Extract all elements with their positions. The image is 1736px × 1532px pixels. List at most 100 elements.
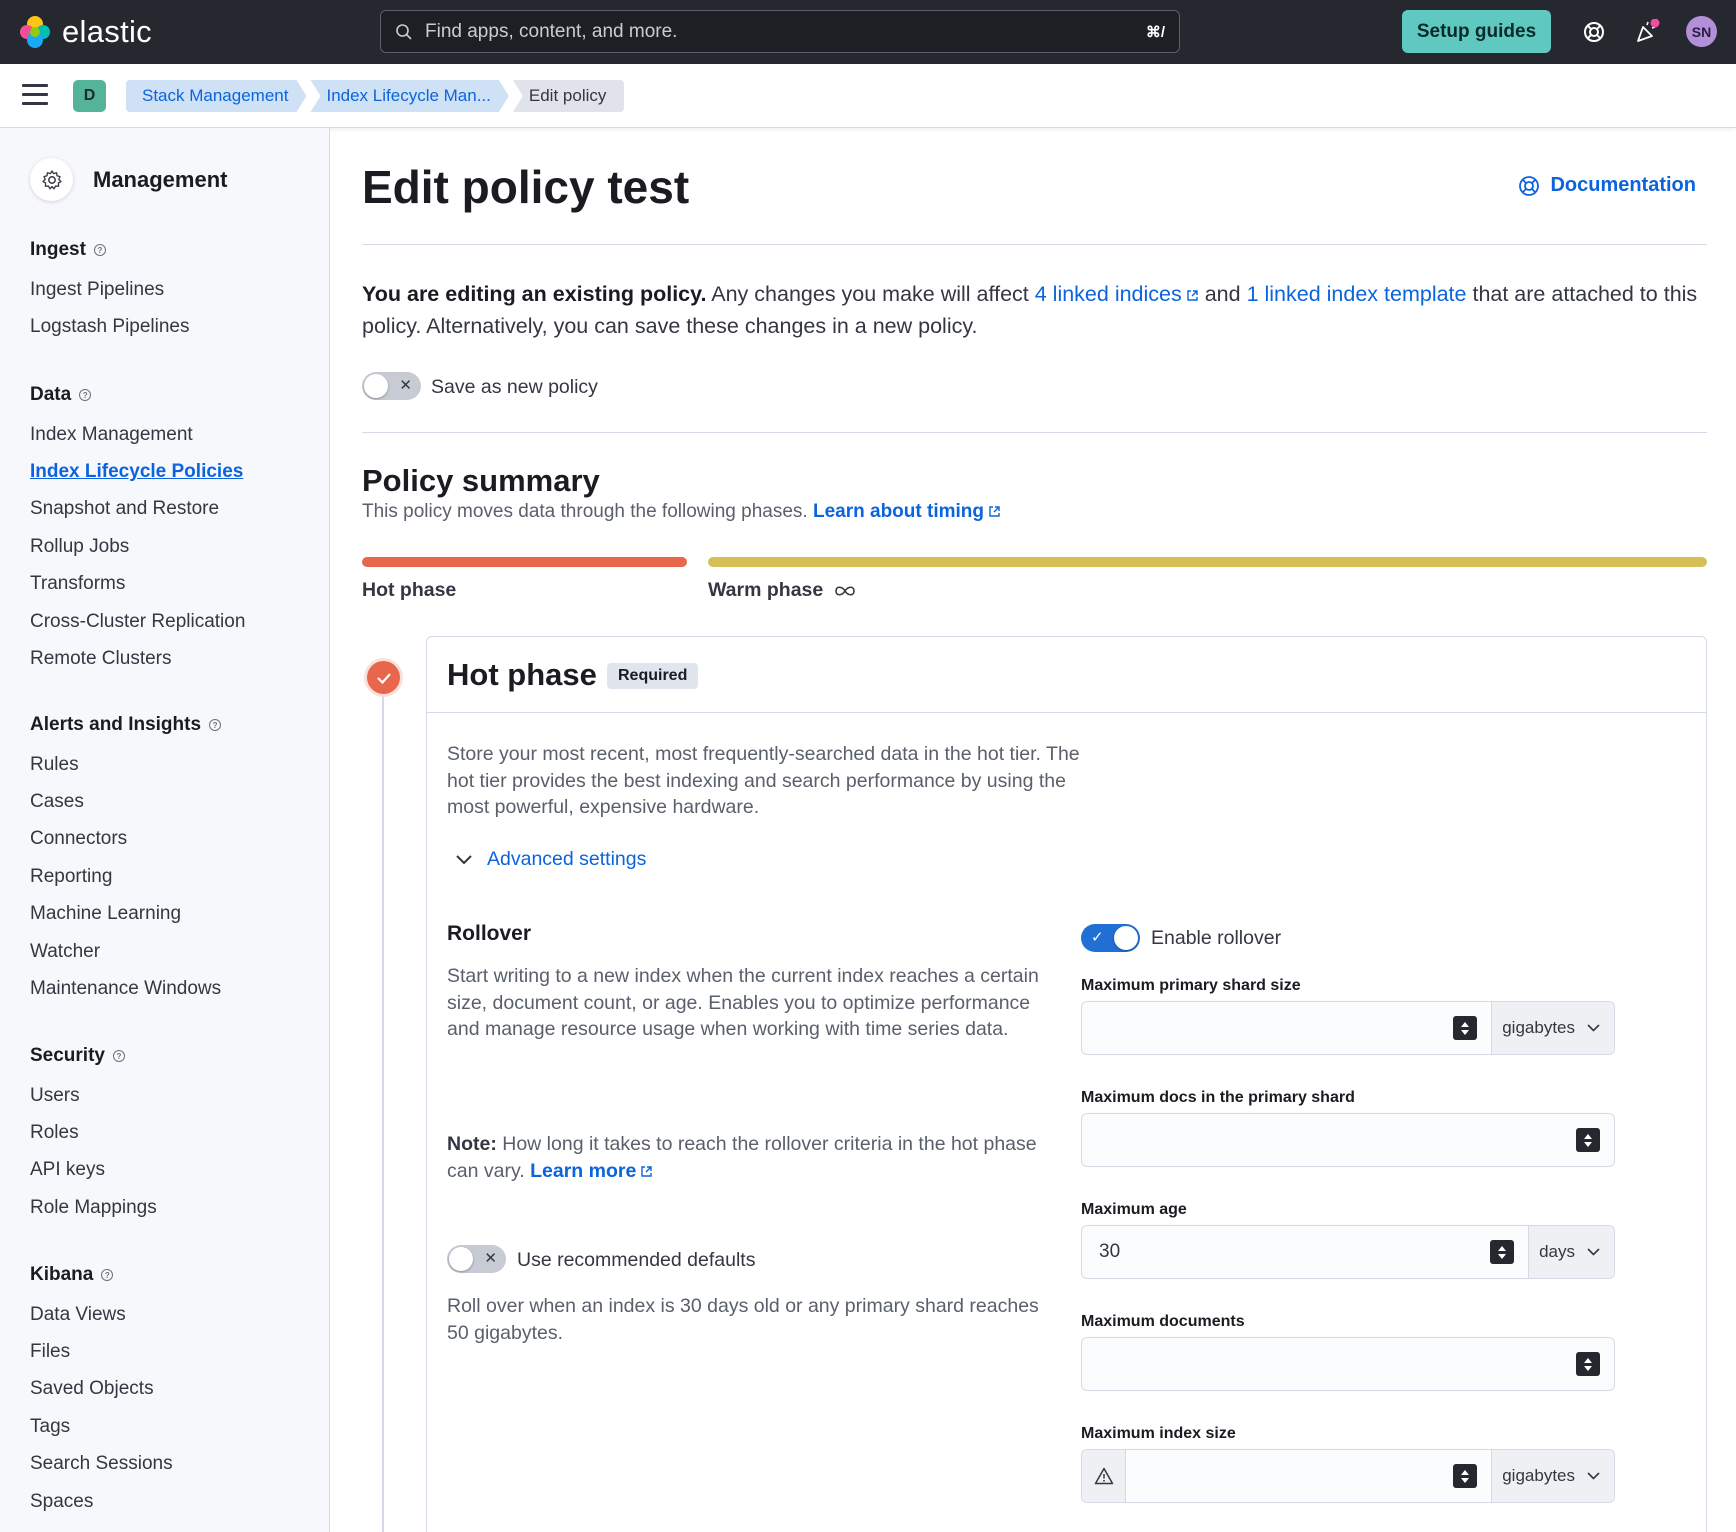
sidebar-item-remote-clusters[interactable]: Remote Clusters bbox=[30, 640, 245, 677]
chevron-down-icon bbox=[1587, 1248, 1600, 1256]
enable-rollover-label: Enable rollover bbox=[1151, 927, 1282, 949]
sidebar-item-watcher[interactable]: Watcher bbox=[30, 933, 221, 970]
chevron-down-icon bbox=[1587, 1472, 1600, 1480]
documentation-link[interactable]: Documentation bbox=[1518, 174, 1696, 197]
linked-indices-link[interactable]: 4 linked indices bbox=[1035, 282, 1199, 306]
help-icon[interactable] bbox=[1579, 17, 1609, 47]
sidebar-item-rules[interactable]: Rules bbox=[30, 746, 221, 783]
section-title-text: Ingest bbox=[30, 239, 86, 260]
sidebar-item-data-views[interactable]: Data Views bbox=[30, 1296, 173, 1333]
max-docs-field[interactable] bbox=[1081, 1337, 1615, 1391]
breadcrumb-stack-management[interactable]: Stack Management bbox=[126, 80, 306, 112]
sidebar-item-maintenance-windows[interactable]: Maintenance Windows bbox=[30, 970, 221, 1007]
sidebar-item-users[interactable]: Users bbox=[30, 1077, 157, 1114]
toggle-knob bbox=[1114, 926, 1138, 950]
help-icon: ? bbox=[93, 244, 106, 256]
logo-text: elastic bbox=[62, 14, 152, 49]
setup-guides-button[interactable]: Setup guides bbox=[1402, 10, 1551, 53]
recommended-defaults-toggle[interactable]: ✕ bbox=[447, 1245, 506, 1273]
sidebar-item-connectors[interactable]: Connectors bbox=[30, 821, 221, 858]
learn-more-text: Learn more bbox=[530, 1159, 637, 1182]
number-stepper[interactable] bbox=[1490, 1240, 1515, 1264]
sidebar-item-search-sessions[interactable]: Search Sessions bbox=[30, 1446, 173, 1483]
max-shard-size-field[interactable]: gigabytes bbox=[1081, 1001, 1615, 1055]
space-selector[interactable]: D bbox=[73, 80, 106, 112]
sidebar-item-transforms[interactable]: Transforms bbox=[30, 566, 245, 603]
section-title: Security? bbox=[30, 1041, 157, 1071]
unit-label: days bbox=[1539, 1242, 1575, 1261]
section-title: Ingest? bbox=[30, 235, 190, 265]
elastic-logo[interactable]: elastic bbox=[18, 14, 152, 50]
linked-indices-text: 4 linked indices bbox=[1034, 282, 1182, 306]
max-index-size-unit-select[interactable]: gigabytes bbox=[1491, 1450, 1614, 1502]
save-as-new-label: Save as new policy bbox=[431, 376, 598, 398]
max-index-size-field[interactable]: gigabytes bbox=[1081, 1449, 1615, 1503]
sidebar-item-saved-objects[interactable]: Saved Objects bbox=[30, 1371, 173, 1408]
sidebar-item-api-keys[interactable]: API keys bbox=[30, 1152, 157, 1189]
hamburger-menu-icon[interactable] bbox=[22, 84, 48, 108]
note-bold: Note: bbox=[447, 1133, 497, 1155]
section-title: Alerts and Insights? bbox=[30, 710, 222, 740]
sidebar-item-snapshot-restore[interactable]: Snapshot and Restore bbox=[30, 491, 245, 528]
recommended-defaults-label: Use recommended defaults bbox=[517, 1249, 756, 1271]
sidebar-item-reporting[interactable]: Reporting bbox=[30, 858, 221, 895]
breadcrumb-bar: D Stack Management Index Lifecycle Man..… bbox=[0, 64, 1736, 128]
number-stepper[interactable] bbox=[1576, 1352, 1600, 1376]
max-docs-shard-field[interactable] bbox=[1081, 1113, 1615, 1167]
warm-phase-label: Warm phase bbox=[708, 579, 857, 602]
sidebar-item-machine-learning[interactable]: Machine Learning bbox=[30, 896, 221, 933]
warm-phase-bar bbox=[708, 557, 1707, 567]
recommended-defaults-description: Roll over when an index is 30 days old o… bbox=[447, 1295, 1039, 1344]
sidebar-header: Management bbox=[30, 158, 227, 201]
sidebar-item-roles[interactable]: Roles bbox=[30, 1114, 157, 1151]
hot-phase-check-icon bbox=[367, 661, 400, 694]
breadcrumb: Stack Management Index Lifecycle Man... … bbox=[126, 80, 628, 112]
toggle-knob bbox=[449, 1247, 473, 1271]
sidebar-item-role-mappings[interactable]: Role Mappings bbox=[30, 1189, 157, 1226]
sidebar-item-rollup-jobs[interactable]: Rollup Jobs bbox=[30, 528, 245, 565]
sidebar-item-logstash-pipelines[interactable]: Logstash Pipelines bbox=[30, 308, 190, 345]
number-stepper[interactable] bbox=[1453, 1464, 1478, 1488]
sidebar-item-tags[interactable]: Tags bbox=[30, 1408, 173, 1445]
sidebar-item-ingest-pipelines[interactable]: Ingest Pipelines bbox=[30, 271, 190, 308]
max-docs-shard-label: Maximum docs in the primary shard bbox=[1081, 1089, 1355, 1106]
section-title-text: Alerts and Insights bbox=[30, 714, 202, 735]
section-title: Kibana? bbox=[30, 1260, 173, 1290]
user-avatar[interactable]: SN bbox=[1686, 16, 1717, 47]
learn-about-timing-link[interactable]: Learn about timing bbox=[813, 501, 1001, 522]
hot-phase-panel: Hot phase Required Store your most recen… bbox=[426, 636, 1707, 1532]
check-icon: ✓ bbox=[1091, 929, 1104, 946]
max-age-unit-select[interactable]: days bbox=[1528, 1226, 1614, 1278]
sidebar-item-cross-cluster-replication[interactable]: Cross-Cluster Replication bbox=[30, 603, 245, 640]
divider bbox=[362, 432, 1707, 433]
max-shard-size-label: Maximum primary shard size bbox=[1081, 977, 1301, 994]
top-header: elastic Find apps, content, and more. ⌘/… bbox=[0, 0, 1736, 64]
number-stepper[interactable] bbox=[1453, 1016, 1478, 1040]
save-as-new-toggle[interactable]: ✕ bbox=[362, 372, 421, 400]
sidebar-item-files[interactable]: Files bbox=[30, 1333, 173, 1370]
sidebar-item-index-management[interactable]: Index Management bbox=[30, 416, 245, 453]
sidebar-item-cases[interactable]: Cases bbox=[30, 783, 221, 820]
max-shard-size-unit-select[interactable]: gigabytes bbox=[1491, 1002, 1614, 1054]
sidebar-item-index-lifecycle-policies[interactable]: Index Lifecycle Policies bbox=[30, 453, 245, 490]
breadcrumb-index-lifecycle[interactable]: Index Lifecycle Man... bbox=[310, 80, 508, 112]
search-icon bbox=[396, 23, 412, 40]
max-age-field[interactable]: 30 days bbox=[1081, 1225, 1615, 1279]
news-feed-icon[interactable] bbox=[1632, 17, 1662, 47]
hot-phase-description: Store your most recent, most frequently-… bbox=[447, 743, 1080, 818]
number-stepper[interactable] bbox=[1576, 1128, 1600, 1152]
management-sidebar: Management Ingest? Ingest Pipelines Logs… bbox=[0, 128, 330, 1532]
global-search[interactable]: Find apps, content, and more. ⌘/ bbox=[380, 10, 1180, 53]
help-icon: ? bbox=[79, 389, 92, 401]
elastic-logo-icon bbox=[20, 16, 50, 48]
breadcrumb-edit-policy: Edit policy bbox=[512, 80, 625, 112]
learn-more-link[interactable]: Learn more bbox=[530, 1160, 653, 1182]
help-icon bbox=[1519, 175, 1540, 196]
notice-bold: You are editing an existing policy. bbox=[362, 282, 707, 306]
advanced-settings-toggle[interactable]: Advanced settings bbox=[455, 848, 646, 871]
sidebar-item-spaces[interactable]: Spaces bbox=[30, 1483, 173, 1520]
linked-index-template-link[interactable]: 1 linked index template bbox=[1247, 282, 1467, 306]
toggle-knob bbox=[364, 374, 388, 398]
enable-rollover-toggle[interactable]: ✓ bbox=[1081, 924, 1140, 952]
notice-text-1: Any changes you make will affect bbox=[706, 282, 1035, 306]
